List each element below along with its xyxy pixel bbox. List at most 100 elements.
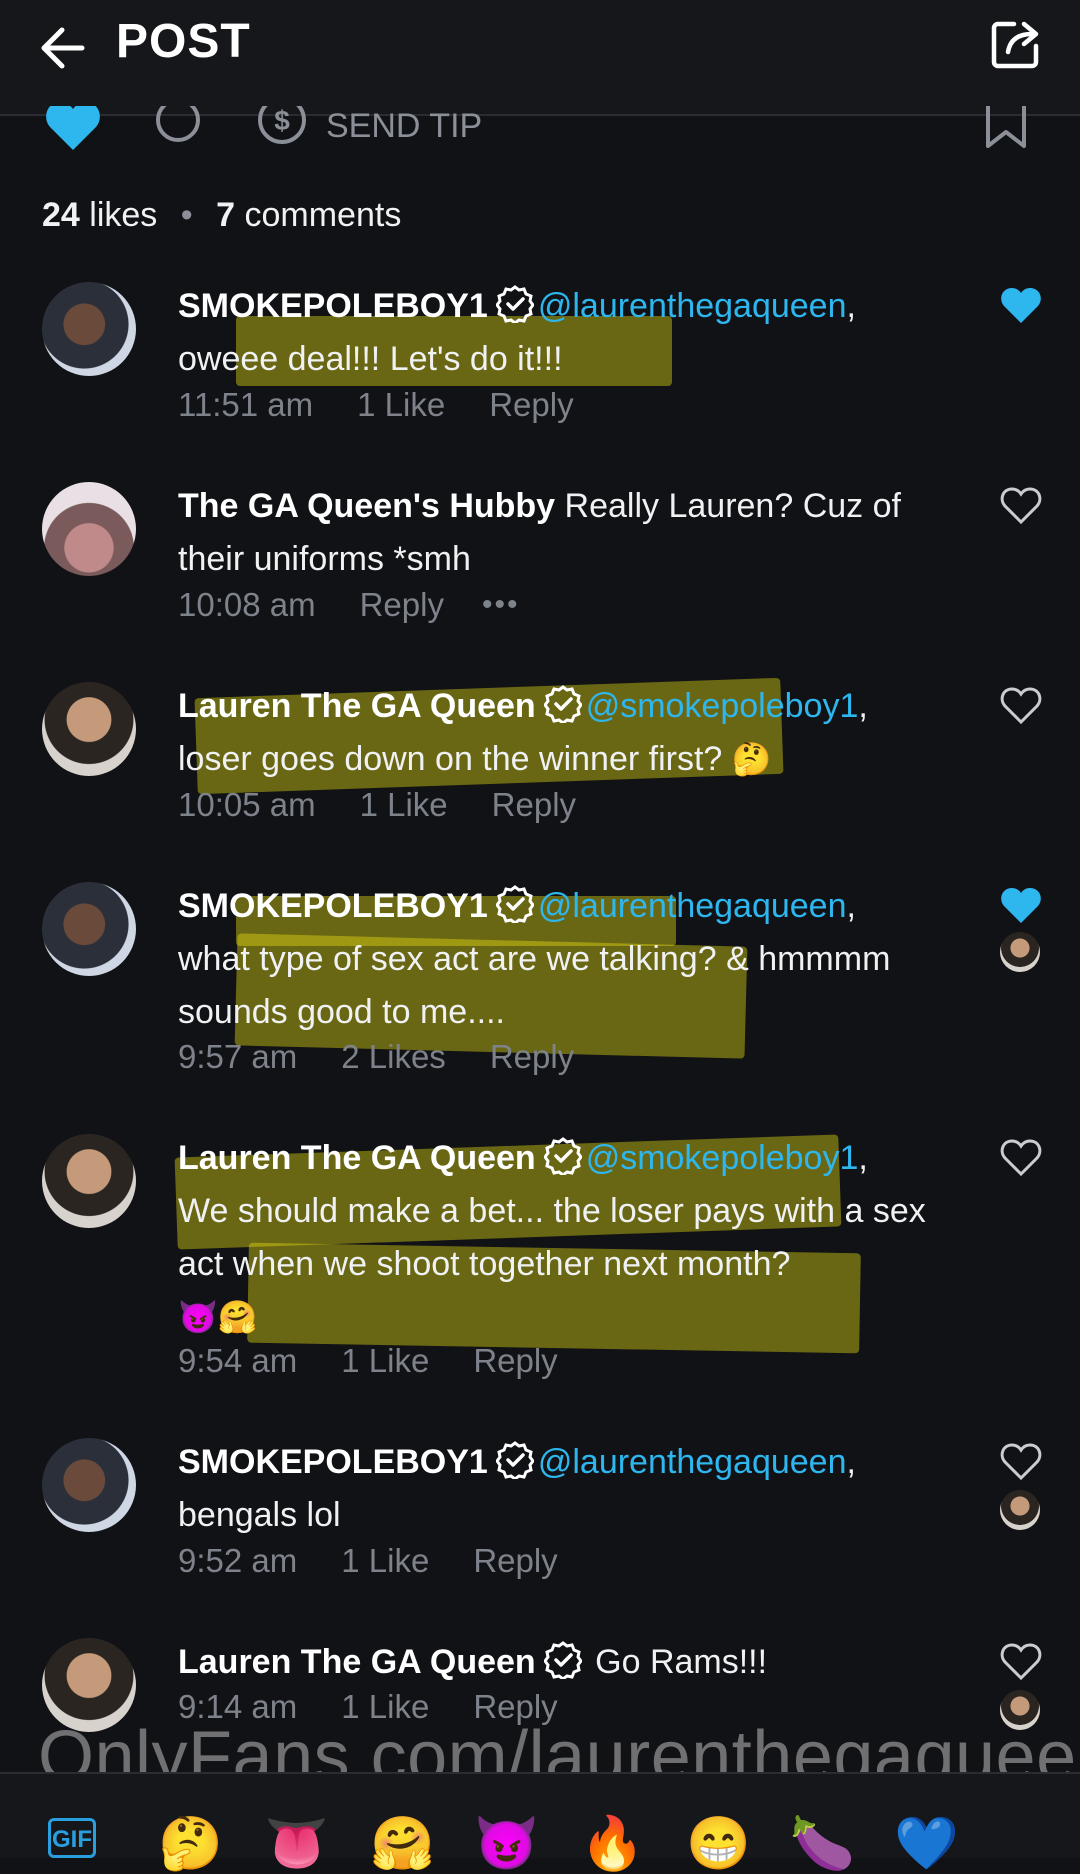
emoji-button-devil[interactable]: 😈 <box>474 1814 539 1874</box>
comment-time: 9:54 am <box>178 1342 298 1379</box>
reply-button[interactable]: Reply <box>489 386 573 424</box>
comment-time: 11:51 am <box>178 386 314 423</box>
comment-text: We should make a bet... the loser pays w… <box>178 1192 926 1283</box>
comment-body: Lauren The GA Queen Go Rams!!! <box>178 1636 968 1689</box>
avatar[interactable] <box>42 882 136 976</box>
separator-dot: • <box>180 196 193 234</box>
comment-meta: 10:08 am Reply ••• <box>178 586 519 624</box>
emoji-button-eggplant[interactable]: 🍆 <box>790 1814 855 1874</box>
comment-time: 9:52 am <box>178 1542 298 1579</box>
mention-comma: , <box>846 1443 856 1481</box>
comment-body: SMOKEPOLEBOY1 @laurenthegaqueen, bengals … <box>178 1436 968 1542</box>
comment-likes[interactable]: 1 Like <box>341 1542 429 1580</box>
comment-like-heart-icon[interactable] <box>1000 286 1042 326</box>
post-like-heart-icon[interactable] <box>44 106 102 154</box>
comment-body: Lauren The GA Queen @smokepoleboy1, We sh… <box>178 1132 968 1344</box>
comment-username[interactable]: Lauren The GA Queen <box>178 1643 536 1681</box>
likes-label[interactable]: likes <box>89 196 157 234</box>
comment-text: Go Rams!!! <box>595 1643 768 1681</box>
reply-button[interactable]: Reply <box>492 786 576 824</box>
verified-badge-icon <box>495 885 534 923</box>
devil-hug-emojis: 😈🤗 <box>178 1299 258 1335</box>
comment-mention[interactable]: @laurenthegaqueen <box>538 1443 847 1481</box>
comment-like-heart-icon[interactable] <box>1000 486 1042 526</box>
comment-username[interactable]: The GA Queen's Hubby <box>178 487 555 525</box>
avatar[interactable] <box>42 1134 136 1228</box>
top-bar: POST <box>0 0 1080 116</box>
comment-like-heart-icon[interactable] <box>1000 686 1042 726</box>
mention-comma: , <box>858 1139 868 1177</box>
post-actions-row: $ SEND TIP <box>0 106 1080 156</box>
comment-likes[interactable]: 1 Like <box>357 386 445 424</box>
comment-time: 10:05 am <box>178 786 316 823</box>
verified-badge-icon <box>543 685 582 723</box>
mention-comma: , <box>858 687 868 725</box>
comment-username[interactable]: SMOKEPOLEBOY1 <box>178 887 488 925</box>
comment-username[interactable]: Lauren The GA Queen <box>178 687 536 725</box>
bookmark-icon[interactable] <box>984 106 1028 152</box>
comment-text: bengals lol <box>178 1496 341 1534</box>
comment-like-heart-icon[interactable] <box>1000 1642 1042 1682</box>
comments-count: 7 <box>216 196 236 234</box>
liked-by-avatar <box>1000 1490 1040 1530</box>
reply-button[interactable]: Reply <box>473 1342 557 1380</box>
share-icon[interactable] <box>986 14 1046 74</box>
verified-badge-icon <box>543 1641 582 1679</box>
reply-button[interactable]: Reply <box>360 586 444 624</box>
comments-label[interactable]: comments <box>245 196 402 234</box>
mention-comma: , <box>846 887 856 925</box>
comment-like-heart-icon[interactable] <box>1000 886 1042 926</box>
verified-badge-icon <box>495 1441 534 1479</box>
liked-by-avatar <box>1000 932 1040 972</box>
comment-body: SMOKEPOLEBOY1 @laurenthegaqueen, oweee de… <box>178 280 968 386</box>
comment-text: oweee deal!!! Let's do it!!! <box>178 340 563 378</box>
emoji-button-tongue[interactable]: 👅 <box>264 1814 329 1874</box>
more-options-icon[interactable]: ••• <box>482 588 520 622</box>
comment-username[interactable]: Lauren The GA Queen <box>178 1139 536 1177</box>
emoji-button-thinking[interactable]: 🤔 <box>158 1814 223 1874</box>
send-tip-button[interactable]: $ SEND TIP <box>256 106 482 152</box>
comment-likes[interactable]: 1 Like <box>360 786 448 824</box>
comment-mention[interactable]: @laurenthegaqueen <box>538 887 847 925</box>
avatar[interactable] <box>42 1438 136 1532</box>
thinking-emoji: 🤔 <box>731 741 772 777</box>
likes-count: 24 <box>42 196 80 234</box>
comment-mention[interactable]: @smokepoleboy1 <box>586 1139 859 1177</box>
emoji-button-blue-heart[interactable]: 💙 <box>894 1814 959 1874</box>
comment-like-heart-icon[interactable] <box>1000 1442 1042 1482</box>
comment-body: SMOKEPOLEBOY1 @laurenthegaqueen, what typ… <box>178 880 978 1039</box>
comment-meta: 9:57 am 2 Likes Reply <box>178 1038 574 1076</box>
comment-username[interactable]: SMOKEPOLEBOY1 <box>178 1443 488 1481</box>
comment-username[interactable]: SMOKEPOLEBOY1 <box>178 287 488 325</box>
back-arrow-icon[interactable] <box>36 20 92 76</box>
comment-meta: 9:52 am 1 Like Reply <box>178 1542 558 1580</box>
comment-mention[interactable]: @laurenthegaqueen <box>538 287 847 325</box>
comment-time: 10:08 am <box>178 586 316 623</box>
comment-bubble-icon[interactable] <box>152 106 204 152</box>
comment-text: what type of sex act are we talking? & h… <box>178 940 891 1031</box>
reply-button[interactable]: Reply <box>490 1038 574 1076</box>
comment-meta: 9:54 am 1 Like Reply <box>178 1342 558 1380</box>
emoji-quick-bar: GIF 🤔 👅 🤗 😈 🔥 😁 🍆 💙 <box>0 1772 1080 1873</box>
comment-mention[interactable]: @smokepoleboy1 <box>586 687 859 725</box>
comment-likes[interactable]: 2 Likes <box>341 1038 446 1076</box>
gif-button[interactable]: GIF <box>48 1818 96 1858</box>
emoji-button-hug[interactable]: 🤗 <box>370 1814 435 1874</box>
comment-like-heart-icon[interactable] <box>1000 1138 1042 1178</box>
avatar[interactable] <box>42 282 136 376</box>
verified-badge-icon <box>495 285 534 323</box>
comment-likes[interactable]: 1 Like <box>341 1342 429 1380</box>
avatar[interactable] <box>42 682 136 776</box>
comment-body: Lauren The GA Queen @smokepoleboy1, loser… <box>178 680 968 786</box>
reply-button[interactable]: Reply <box>473 1542 557 1580</box>
emoji-button-grin[interactable]: 😁 <box>686 1814 751 1874</box>
mention-comma: , <box>846 287 856 325</box>
comment-time: 9:57 am <box>178 1038 298 1075</box>
emoji-button-fire[interactable]: 🔥 <box>580 1814 645 1874</box>
comment-text: loser goes down on the winner first? <box>178 740 723 778</box>
post-stats: 24 likes • 7 comments <box>42 196 401 235</box>
verified-badge-icon <box>543 1137 582 1175</box>
comment-meta: 10:05 am 1 Like Reply <box>178 786 576 824</box>
avatar[interactable] <box>42 482 136 576</box>
comment-body: The GA Queen's Hubby Really Lauren? Cuz … <box>178 480 968 586</box>
